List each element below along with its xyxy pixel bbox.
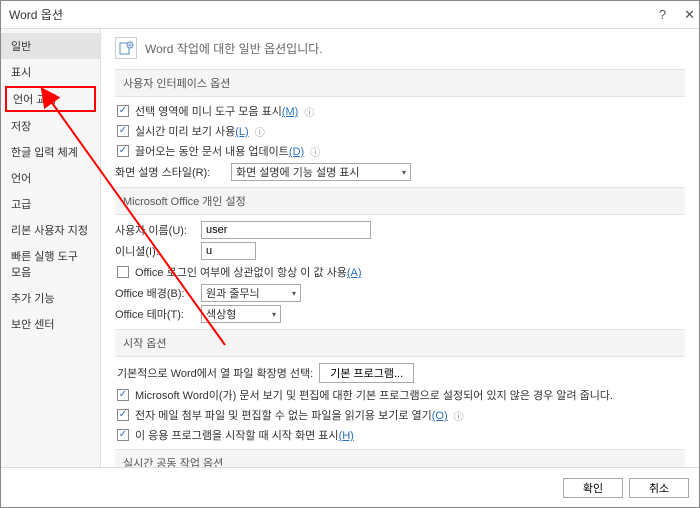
info-icon[interactable]: ⓘ xyxy=(454,408,464,423)
page-header: Word 작업에 대한 일반 옵션입니다. xyxy=(115,37,685,59)
row-default-program: 기본적으로 Word에서 열 파일 확장명 선택: 기본 프로그램... xyxy=(115,363,685,383)
content-pane: Word 작업에 대한 일반 옵션입니다. 사용자 인터페이스 옵션 선택 영역… xyxy=(101,29,699,467)
page-title: Word 작업에 대한 일반 옵션입니다. xyxy=(145,40,323,57)
opt-warn-not-default: Microsoft Word이(가) 문서 보기 및 편집에 대한 기본 프로그… xyxy=(115,387,685,403)
checkbox-always-use[interactable] xyxy=(117,266,129,278)
opt-reading-view: 전자 메일 첨부 파일 및 편집할 수 없는 파일을 읽기용 보기로 열기(O)… xyxy=(115,407,685,423)
opt-live-preview: 실시간 미리 보기 사용(L) ⓘ xyxy=(115,123,685,139)
general-options-icon xyxy=(115,37,137,59)
section-personal-title: Microsoft Office 개인 설정 xyxy=(115,187,685,215)
sidebar-item-ribbon[interactable]: 리본 사용자 지정 xyxy=(1,217,100,243)
help-icon[interactable]: ? xyxy=(659,7,666,22)
checkbox-reading-view[interactable] xyxy=(117,409,129,421)
sidebar-item-addins[interactable]: 추가 기능 xyxy=(1,285,100,311)
sidebar-item-general[interactable]: 일반 xyxy=(1,33,100,59)
info-icon[interactable]: ⓘ xyxy=(255,124,265,139)
dialog-footer: 확인 취소 xyxy=(1,467,699,507)
checkbox-start-screen[interactable] xyxy=(117,429,129,441)
chevron-down-icon: ▾ xyxy=(272,310,276,319)
select-screentip[interactable]: 화면 설명에 기능 설명 표시▾ xyxy=(231,163,411,181)
opt-start-screen: 이 응용 프로그램을 시작할 때 시작 화면 표시(H) xyxy=(115,427,685,443)
select-office-theme[interactable]: 색상형▾ xyxy=(201,305,281,323)
field-screentip: 화면 설명 스타일(R): 화면 설명에 기능 설명 표시▾ xyxy=(115,163,685,181)
input-initials[interactable] xyxy=(201,242,256,260)
chevron-down-icon: ▾ xyxy=(292,289,296,298)
chevron-down-icon: ▾ xyxy=(402,168,406,177)
select-office-bg[interactable]: 원과 줄무늬▾ xyxy=(201,284,301,302)
cancel-button[interactable]: 취소 xyxy=(629,478,689,498)
sidebar-item-trust-center[interactable]: 보안 센터 xyxy=(1,311,100,337)
section-start-title: 시작 옵션 xyxy=(115,329,685,357)
opt-always-use: Office 로그인 여부에 상관없이 항상 이 값 사용(A) xyxy=(115,264,685,280)
titlebar: Word 옵션 ? ✕ xyxy=(1,1,699,29)
field-initials: 이니셜(I): xyxy=(115,242,685,260)
sidebar-item-display[interactable]: 표시 xyxy=(1,59,100,85)
sidebar-item-korean[interactable]: 한글 입력 체계 xyxy=(1,139,100,165)
ok-button[interactable]: 확인 xyxy=(563,478,623,498)
sidebar-item-advanced[interactable]: 고급 xyxy=(1,191,100,217)
sidebar: 일반 표시 언어 교정 저장 한글 입력 체계 언어 고급 리본 사용자 지정 … xyxy=(1,29,101,467)
dialog-title: Word 옵션 xyxy=(9,6,63,23)
checkbox-live-preview[interactable] xyxy=(117,125,129,137)
word-options-dialog: Word 옵션 ? ✕ 일반 표시 언어 교정 저장 한글 입력 체계 언어 고… xyxy=(0,0,700,508)
sidebar-item-quick-access[interactable]: 빠른 실행 도구 모음 xyxy=(1,243,100,285)
default-programs-button[interactable]: 기본 프로그램... xyxy=(319,363,414,383)
close-icon[interactable]: ✕ xyxy=(684,7,695,23)
info-icon[interactable]: ⓘ xyxy=(304,104,314,119)
window-controls: ? ✕ xyxy=(659,7,695,23)
sidebar-item-proofing[interactable]: 언어 교정 xyxy=(5,86,96,112)
checkbox-warn-not-default[interactable] xyxy=(117,389,129,401)
opt-update-drag: 끌어오는 동안 문서 내용 업데이트(D) ⓘ xyxy=(115,143,685,159)
field-username: 사용자 이름(U): xyxy=(115,221,685,239)
input-username[interactable] xyxy=(201,221,371,239)
checkbox-update-drag[interactable] xyxy=(117,145,129,157)
sidebar-item-save[interactable]: 저장 xyxy=(1,113,100,139)
section-collab-title: 실시간 공동 작업 옵션 xyxy=(115,449,685,467)
section-ui-title: 사용자 인터페이스 옵션 xyxy=(115,69,685,97)
dialog-body: 일반 표시 언어 교정 저장 한글 입력 체계 언어 고급 리본 사용자 지정 … xyxy=(1,29,699,467)
info-icon[interactable]: ⓘ xyxy=(310,144,320,159)
opt-mini-toolbar: 선택 영역에 미니 도구 모음 표시(M) ⓘ xyxy=(115,103,685,119)
sidebar-item-language[interactable]: 언어 xyxy=(1,165,100,191)
field-office-bg: Office 배경(B): 원과 줄무늬▾ xyxy=(115,284,685,302)
field-office-theme: Office 테마(T): 색상형▾ xyxy=(115,305,685,323)
checkbox-mini-toolbar[interactable] xyxy=(117,105,129,117)
